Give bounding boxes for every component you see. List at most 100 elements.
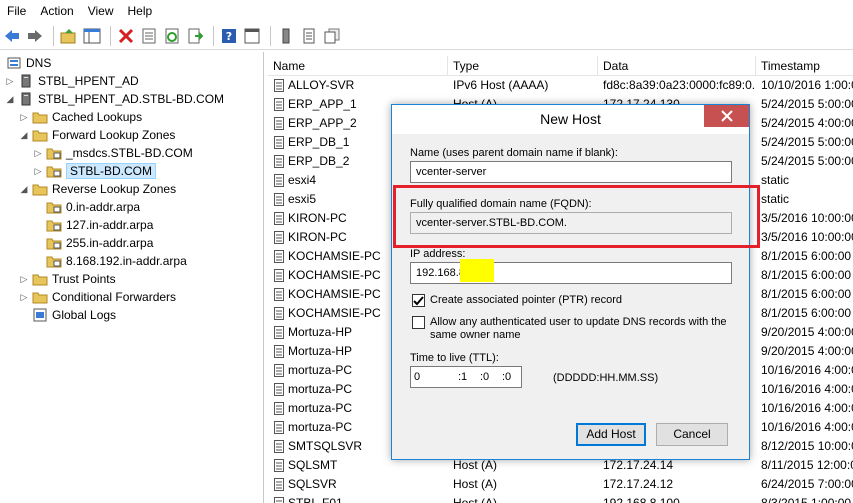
collapsed-arrow-icon[interactable]: ▷ <box>18 292 30 303</box>
zone-icon <box>46 200 62 214</box>
cell-type: Host (A) <box>453 477 498 491</box>
expanded-arrow-icon[interactable]: ◢ <box>18 130 30 141</box>
column-header-type[interactable]: Type <box>448 56 598 76</box>
tree-node[interactable]: ▷ Cached Lookups <box>18 108 143 126</box>
ttl-input[interactable]: 0:1:0:0 <box>410 366 522 388</box>
dialog-title-bar: New Host <box>392 105 749 134</box>
fqdn-highlight-box <box>393 185 760 248</box>
cell-timestamp: 8/11/2015 12:00:00 ... <box>761 458 853 472</box>
properties-icon[interactable] <box>139 26 159 46</box>
cell-timestamp: 5/24/2015 5:00:00 ... <box>761 135 853 149</box>
help-icon[interactable]: ? <box>219 26 239 46</box>
record-icon <box>274 459 284 472</box>
expanded-arrow-icon[interactable]: ◢ <box>4 94 16 105</box>
record-icon <box>274 421 284 434</box>
tree-node[interactable]: ▷ _msdcs.STBL-BD.COM <box>32 144 193 162</box>
tree-node[interactable]: 127.in-addr.arpa <box>32 216 153 234</box>
cell-timestamp: 8/1/2015 6:00:00 ... <box>761 268 853 282</box>
expanded-arrow-icon[interactable]: ◢ <box>18 184 30 195</box>
column-header-name[interactable]: Name <box>268 56 448 76</box>
allow-update-checkbox[interactable] <box>412 316 425 329</box>
menu-view[interactable]: View <box>81 0 121 22</box>
toolbar-separator <box>53 25 54 46</box>
column-header-data[interactable]: Data <box>598 56 756 76</box>
ttl-minutes[interactable]: :0 <box>480 367 502 387</box>
tree-node[interactable]: ▷ STBL_HPENT_AD <box>4 72 139 90</box>
server-icon[interactable] <box>276 26 296 46</box>
tree-node[interactable]: Global Logs <box>18 306 116 324</box>
menu-help[interactable]: Help <box>121 0 160 22</box>
tree-node[interactable]: ◢ Forward Lookup Zones <box>18 126 176 144</box>
back-icon[interactable] <box>2 26 22 46</box>
cell-timestamp: 9/20/2015 4:00:00 ... <box>761 325 853 339</box>
copy-icon[interactable] <box>322 26 342 46</box>
checkmark-icon <box>413 296 424 306</box>
close-icon <box>720 110 733 122</box>
console-icon[interactable] <box>242 26 262 46</box>
refresh-icon[interactable] <box>162 26 182 46</box>
tree-root-dns[interactable]: DNS <box>4 54 51 72</box>
tree-label: 127.in-addr.arpa <box>66 218 154 232</box>
cell-timestamp: 3/5/2016 10:00:00 ... <box>761 230 853 244</box>
ptr-checkbox[interactable] <box>412 294 425 307</box>
collapsed-arrow-icon[interactable]: ▷ <box>32 166 44 177</box>
zone-icon <box>46 164 62 178</box>
export-icon[interactable] <box>185 26 205 46</box>
ip-address-input[interactable]: 192.168.8 <box>410 262 732 284</box>
column-header-timestamp[interactable]: Timestamp <box>756 56 853 76</box>
cancel-button[interactable]: Cancel <box>656 423 728 446</box>
cell-timestamp: static <box>761 173 790 187</box>
tree-node[interactable]: ▷ Conditional Forwarders <box>18 288 177 306</box>
collapsed-arrow-icon[interactable]: ▷ <box>32 148 44 159</box>
tree-node[interactable]: ◢ STBL_HPENT_AD.STBL-BD.COM <box>4 90 225 108</box>
tree-node[interactable]: ▷ STBL-BD.COM <box>32 162 157 180</box>
menu-action[interactable]: Action <box>33 0 80 22</box>
table-row[interactable]: ALLOY-SVR IPv6 Host (AAAA) fd8c:8a39:0a23:… <box>268 76 853 95</box>
record-icon <box>274 250 284 263</box>
folder-icon <box>32 110 48 124</box>
folder-icon <box>32 272 48 286</box>
collapsed-arrow-icon[interactable]: ▷ <box>18 274 30 285</box>
record-icon <box>274 440 284 453</box>
record-icon <box>274 402 284 415</box>
dialog-title: New Host <box>540 111 601 127</box>
tree-node[interactable]: 255.in-addr.arpa <box>32 234 153 252</box>
tree-node[interactable]: ◢ Reverse Lookup Zones <box>18 180 177 198</box>
cell-timestamp: 8/12/2015 10:00:00 ... <box>761 439 853 453</box>
dialog-close-button[interactable] <box>704 105 749 127</box>
ttl-seconds[interactable]: :0 <box>502 371 511 383</box>
records-icon[interactable] <box>299 26 319 46</box>
name-label: Name (uses parent domain name if blank): <box>410 147 618 159</box>
tree-node[interactable]: ▷ Trust Points <box>18 270 116 288</box>
table-row[interactable]: SQLSVR Host (A) 172.17.24.12 6/24/2015 7:00… <box>268 475 853 494</box>
cell-timestamp: 9/20/2015 4:00:00 ... <box>761 344 853 358</box>
tree-label: 8.168.192.in-addr.arpa <box>66 254 187 268</box>
zone-icon <box>46 236 62 250</box>
forward-icon[interactable] <box>25 26 45 46</box>
cell-type: IPv6 Host (AAAA) <box>453 78 549 92</box>
cell-timestamp: 10/16/2016 4:00:00 ... <box>761 401 853 415</box>
delete-icon[interactable] <box>116 26 136 46</box>
ttl-days[interactable]: 0 <box>414 367 458 387</box>
show-tree-icon[interactable] <box>82 26 102 46</box>
add-host-button[interactable]: Add Host <box>576 423 646 446</box>
record-icon <box>274 136 284 149</box>
name-input[interactable]: vcenter-server <box>410 161 732 183</box>
cell-timestamp: 5/24/2015 4:00:00 ... <box>761 116 853 130</box>
server-icon <box>18 92 34 106</box>
table-row[interactable]: STBL-F01 Host (A) 192.168.8.100 8/3/2015 1:… <box>268 494 853 503</box>
cell-timestamp: 10/16/2016 4:00:00 ... <box>761 420 853 434</box>
ttl-hours[interactable]: :1 <box>458 367 480 387</box>
tree-label: Forward Lookup Zones <box>52 128 176 142</box>
collapsed-arrow-icon[interactable]: ▷ <box>4 76 16 87</box>
server-icon <box>18 74 34 88</box>
folder-icon <box>32 128 48 142</box>
record-icon <box>274 174 284 187</box>
tree-node[interactable]: 8.168.192.in-addr.arpa <box>32 252 187 270</box>
tree-node[interactable]: 0.in-addr.arpa <box>32 198 140 216</box>
menu-file[interactable]: File <box>0 0 33 22</box>
up-folder-icon[interactable] <box>59 26 79 46</box>
cell-type: Host (A) <box>453 496 498 503</box>
console-tree: DNS ▷ STBL_HPENT_AD ◢ STBL_HPENT_AD.STBL-BD… <box>0 52 264 503</box>
collapsed-arrow-icon[interactable]: ▷ <box>18 112 30 123</box>
